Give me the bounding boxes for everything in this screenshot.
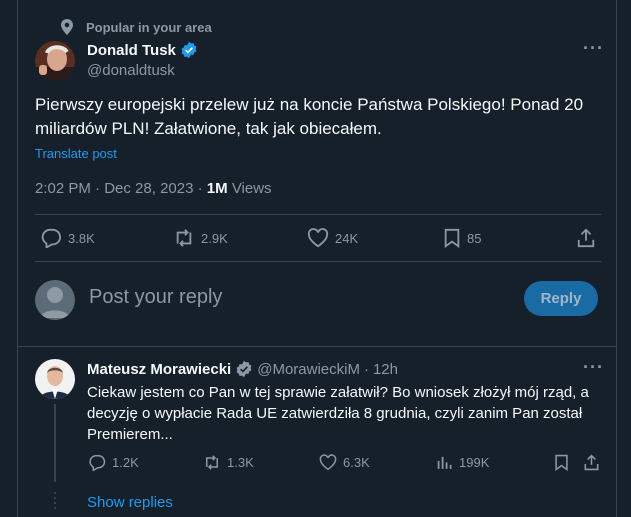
views-count: 199K — [459, 455, 490, 470]
share-icon — [583, 454, 600, 471]
post-date[interactable]: Dec 28, 2023 — [104, 180, 193, 197]
thread-dots — [54, 492, 56, 512]
post-time[interactable]: 2:02 PM — [35, 180, 91, 197]
views-label: Views — [231, 180, 272, 197]
views-count: 1M — [206, 180, 228, 197]
right-column-border — [616, 0, 617, 517]
divider — [35, 214, 601, 215]
reply-reply-button[interactable]: 1.2K — [88, 454, 139, 471]
reply-share-button[interactable] — [583, 454, 600, 471]
repost-count: 2.9K — [201, 230, 228, 246]
share-icon — [576, 228, 596, 248]
bookmark-count: 85 — [467, 230, 482, 246]
verified-badge-icon — [180, 41, 198, 59]
reply-author-name[interactable]: Mateusz Morawiecki — [87, 361, 231, 378]
repost-icon — [203, 454, 221, 471]
reply-input[interactable]: Post your reply — [89, 286, 222, 309]
share-button[interactable] — [576, 228, 596, 248]
thread-line — [54, 404, 56, 482]
author-avatar[interactable] — [35, 41, 75, 81]
separator: · — [95, 180, 101, 197]
like-icon — [307, 228, 329, 248]
author-name[interactable]: Donald Tusk — [87, 42, 176, 59]
reply-button[interactable]: 3.8K — [40, 228, 95, 248]
reply-author-row: Mateusz Morawiecki @MorawieckiM · 12h — [87, 360, 398, 378]
bookmark-icon — [554, 454, 569, 471]
show-replies-link[interactable]: Show replies — [87, 494, 173, 511]
reply-author-avatar[interactable] — [35, 359, 75, 399]
reply-text: Ciekaw jestem co Pan w tej sprawie załat… — [87, 384, 589, 443]
like-icon — [319, 454, 337, 471]
repost-button[interactable]: 2.9K — [173, 228, 228, 248]
reply-icon — [88, 454, 106, 471]
social-context-label: Popular in your area — [86, 19, 212, 35]
post-text: Pierwszy europejski przelew już na konci… — [35, 95, 584, 138]
bookmark-button[interactable]: 85 — [443, 228, 481, 248]
reply-count: 3.8K — [68, 230, 95, 246]
reply-views-button[interactable]: 199K — [437, 454, 489, 471]
separator: · — [197, 180, 203, 197]
verified-badge-icon — [235, 360, 253, 378]
divider — [35, 261, 601, 262]
reply-like-button[interactable]: 6.3K — [319, 454, 370, 471]
translate-post-link[interactable]: Translate post — [35, 146, 117, 161]
reply-repost-button[interactable]: 1.3K — [203, 454, 254, 471]
separator: · — [363, 360, 369, 378]
views-icon — [437, 454, 453, 471]
reply-submit-button[interactable]: Reply — [524, 281, 598, 316]
reply-count: 1.2K — [112, 455, 139, 470]
repost-icon — [173, 228, 195, 248]
author-handle[interactable]: @donaldtusk — [87, 62, 175, 79]
left-column-border — [17, 0, 18, 517]
reply-time[interactable]: 12h — [373, 361, 398, 378]
more-icon[interactable]: ··· — [583, 38, 604, 59]
like-count: 24K — [335, 230, 359, 246]
location-pin-icon — [60, 19, 74, 35]
reply-icon — [40, 228, 62, 248]
author-name-row[interactable]: Donald Tusk — [87, 41, 198, 59]
user-avatar[interactable] — [35, 280, 75, 320]
bookmark-icon — [443, 228, 461, 248]
post-timestamp: 2:02 PM · Dec 28, 2023 · 1M Views — [35, 180, 272, 197]
divider — [18, 346, 616, 347]
reply-bookmark-button[interactable] — [554, 454, 569, 471]
like-button[interactable]: 24K — [307, 228, 358, 248]
repost-count: 1.3K — [227, 455, 254, 470]
like-count: 6.3K — [343, 455, 370, 470]
reply-author-handle[interactable]: @MorawieckiM — [257, 361, 360, 378]
more-icon[interactable]: ··· — [583, 357, 604, 378]
social-context: Popular in your area — [60, 19, 212, 35]
